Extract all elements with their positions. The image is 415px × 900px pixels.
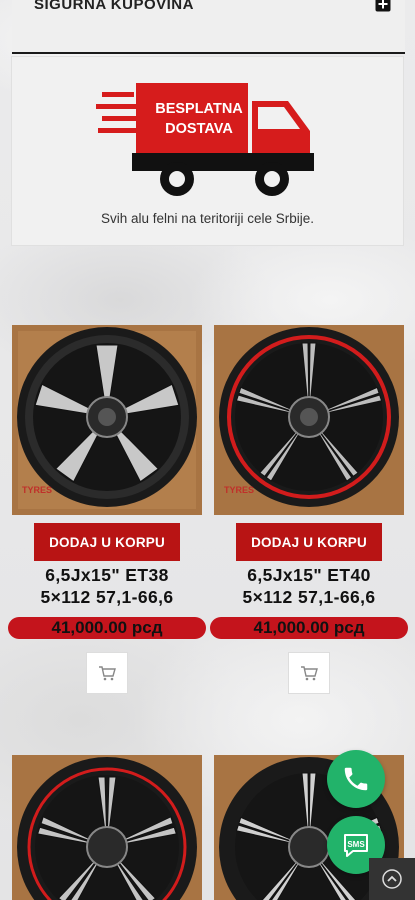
promo-caption: Svih alu felni na teritoriji cele Srbije… — [100, 211, 315, 226]
cart-icon — [301, 666, 318, 681]
quick-cart-button[interactable] — [288, 652, 330, 694]
phone-icon — [344, 767, 368, 791]
free-delivery-banner: BESPLATNA DOSTAVA Svih alu felni na teri… — [11, 56, 404, 246]
scroll-to-top-button[interactable] — [369, 858, 415, 900]
add-to-cart-button[interactable]: DODAJ U KORPU — [236, 523, 382, 561]
product-image[interactable]: TYRES — [214, 325, 404, 515]
accordion-secure-shopping[interactable]: SIGURNA KUPOVINA — [12, 0, 405, 54]
cart-icon — [99, 666, 116, 681]
call-button[interactable] — [327, 750, 385, 808]
product-image[interactable]: TYRES — [12, 325, 202, 515]
sms-icon: SMS — [344, 834, 368, 857]
truck-text-line2: DOSTAVA — [165, 121, 233, 137]
chevron-up-icon — [382, 869, 402, 889]
price-badge: 41,000.00 рсд — [8, 617, 206, 639]
truck-text-line1: BESPLATNA — [155, 101, 243, 117]
add-to-cart-button[interactable]: DODAJ U KORPU — [34, 523, 180, 561]
watermark-text: TYRES — [22, 485, 53, 495]
product-title-line1[interactable]: 6,5Jx15" ET40 — [214, 565, 404, 586]
price-badge: 41,000.00 рсд — [210, 617, 408, 639]
product-title-line2[interactable]: 5×112 57,1-66,6 — [214, 587, 404, 608]
accordion-label: SIGURNA KUPOVINA — [34, 0, 194, 13]
watermark-text: TYRES — [224, 485, 255, 495]
product-title-line2[interactable]: 5×112 57,1-66,6 — [12, 587, 202, 608]
product-title-line1[interactable]: 6,5Jx15" ET38 — [12, 565, 202, 586]
product-image[interactable] — [12, 755, 202, 900]
plus-square-icon[interactable] — [375, 0, 391, 12]
svg-text:SMS: SMS — [347, 840, 365, 849]
quick-cart-button[interactable] — [86, 652, 128, 694]
